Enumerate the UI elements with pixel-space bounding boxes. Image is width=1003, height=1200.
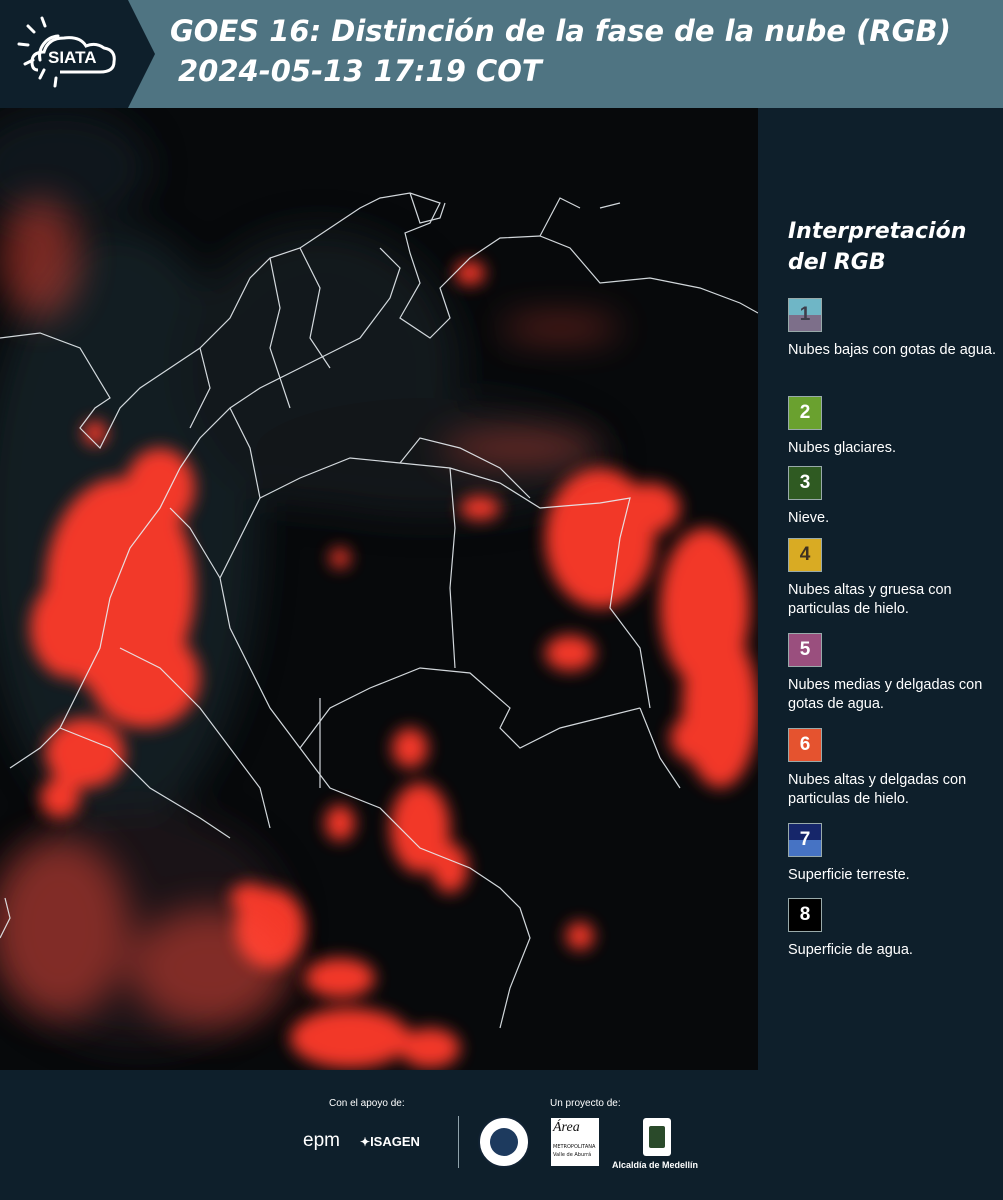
area-metropolitana-logo: Área METROPOLITANA Valle de Aburrá: [551, 1118, 599, 1166]
footer: Con el apoyo de: Un proyecto de: epm ✦IS…: [0, 1070, 1003, 1200]
legend-swatch: 6: [788, 728, 822, 762]
alcaldia-shield-icon: [643, 1118, 671, 1156]
legend-label: Nieve.: [788, 510, 830, 526]
legend-label: Superficie terreste.: [788, 867, 910, 883]
legend-item: 5 Nubes medias y delgadas con gotas de ag…: [788, 633, 1003, 714]
legend-label: Nubes altas y gruesa con particulas de h…: [788, 582, 952, 617]
legend-item: 7 Superficie terreste.: [788, 823, 1003, 885]
legend-number: 2: [799, 402, 811, 423]
legend-swatch: 4: [788, 538, 822, 572]
legend-number: 4: [799, 544, 811, 565]
legend-number: 6: [799, 734, 811, 755]
legend-item: 4 Nubes altas y gruesa con particulas de …: [788, 538, 1003, 619]
header-bar: SIATA GOES 16: Distinción de la fase de …: [0, 0, 1003, 108]
satellite-image: [0, 108, 758, 1070]
page-title: GOES 16: Distinción de la fase de la nub…: [170, 14, 951, 48]
epm-logo: epm: [303, 1130, 340, 1151]
page-timestamp: 2024-05-13 17:19 COT: [178, 54, 542, 88]
isagen-logo: ✦ISAGEN: [360, 1134, 420, 1149]
siata-logo: SIATA: [0, 0, 155, 108]
legend-item: 8 Superficie de agua.: [788, 898, 1003, 960]
support-label: Con el apoyo de:: [329, 1098, 405, 1109]
legend-item: 2 Nubes glaciares.: [788, 396, 1003, 458]
legend-panel: Interpretación del RGB 1 Nubes bajas con …: [760, 108, 1003, 1070]
project-label: Un proyecto de:: [550, 1098, 621, 1109]
legend-number: 8: [799, 904, 811, 925]
legend-swatch: 1: [788, 298, 822, 332]
legend-number: 3: [799, 472, 811, 493]
alcaldia-label: Alcaldía de Medellín: [612, 1160, 699, 1170]
legend-swatch: 5: [788, 633, 822, 667]
legend-item: 6 Nubes altas y delgadas con particulas d…: [788, 728, 1003, 809]
legend-number: 5: [799, 639, 811, 660]
legend-item: 1 Nubes bajas con gotas de agua.: [788, 298, 1003, 360]
legend-item: 3 Nieve.: [788, 466, 1003, 528]
legend-label: Nubes glaciares.: [788, 440, 896, 456]
satellite-map[interactable]: [0, 108, 758, 1070]
svg-text:SIATA: SIATA: [48, 48, 96, 67]
legend-label: Nubes medias y delgadas con gotas de agu…: [788, 677, 983, 712]
legend-label: Nubes bajas con gotas de agua.: [788, 342, 996, 358]
legend-label: Nubes altas y delgadas con particulas de…: [788, 772, 967, 807]
legend-title: Interpretación del RGB: [788, 219, 967, 275]
legend-label: Superficie de agua.: [788, 942, 913, 958]
legend-number: 7: [799, 829, 811, 850]
legend-swatch: 8: [788, 898, 822, 932]
legend-swatch: 3: [788, 466, 822, 500]
isagen-icon: ✦: [360, 1135, 371, 1149]
seal-logo: [478, 1116, 530, 1168]
legend-swatch: 2: [788, 396, 822, 430]
legend-number: 1: [799, 304, 811, 325]
legend-swatch: 7: [788, 823, 822, 857]
divider: [458, 1116, 459, 1168]
